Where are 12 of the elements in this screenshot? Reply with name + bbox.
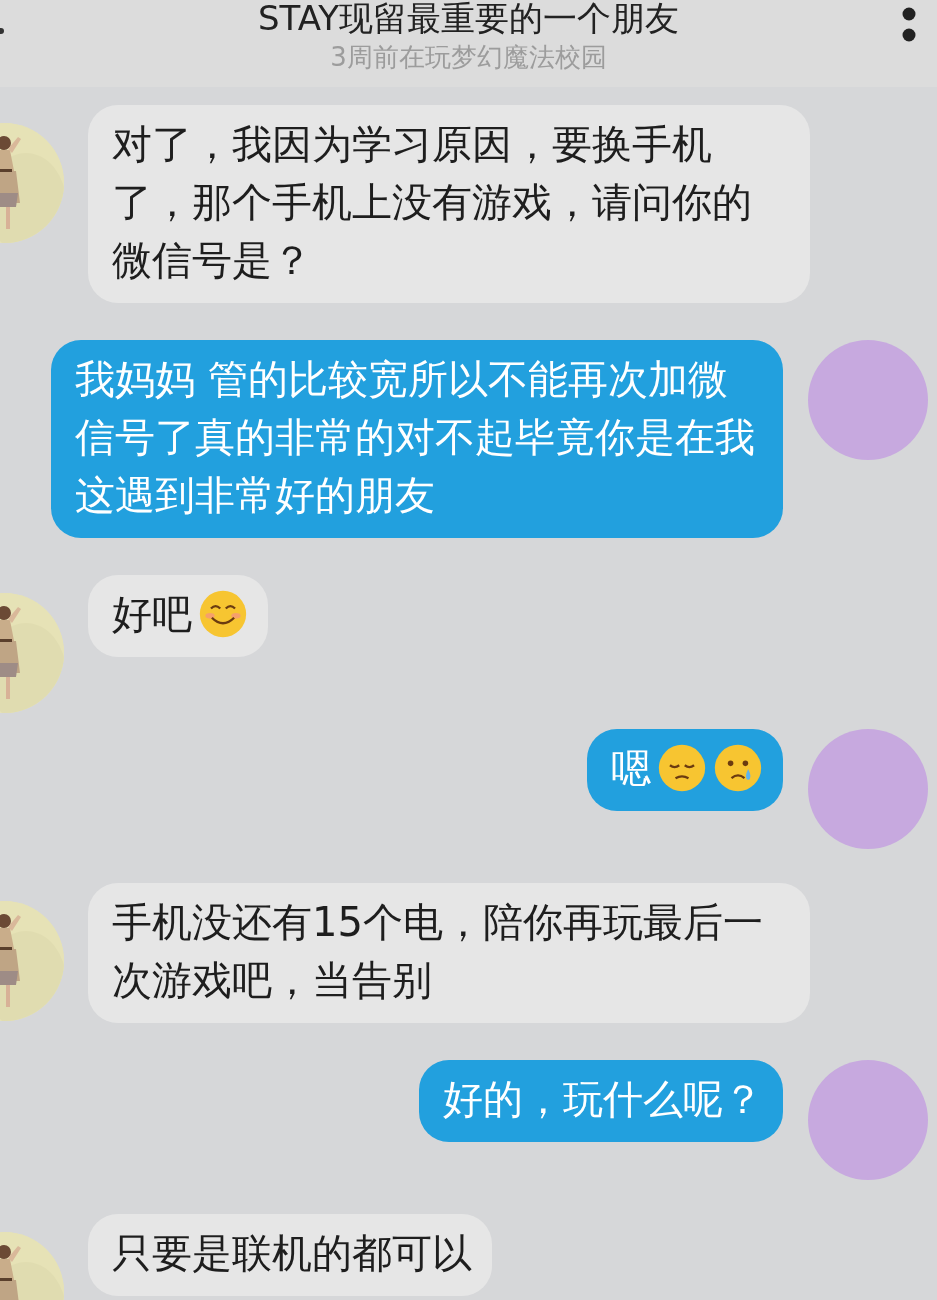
message-text: 好的，玩什么呢？ [443, 1075, 763, 1124]
crying-face-icon [713, 743, 763, 793]
message-text: 好吧 [112, 590, 192, 639]
message-text: 对了，我因为学习原因，要换手机了，那个手机上没有游戏，请问你的微信号是？ [112, 120, 753, 285]
message-text: 我妈妈 管的比较宽所以不能再次加微信号了真的非常的对不起毕竟你是在我这遇到非常好的朋友 [75, 355, 756, 520]
chat-title: STAY现留最重要的一个朋友 [257, 0, 680, 38]
message-text: 只要是联机的都可以 [112, 1229, 472, 1278]
smiling-face-icon [198, 589, 248, 639]
message-text: 手机没还有15个电，陪你再玩最后一次游戏吧，当告别 [112, 898, 764, 1005]
message-text: 嗯 [611, 744, 651, 793]
pensive-face-icon [657, 743, 707, 793]
chat-status: 3周前在玩梦幻魔法校园 [330, 41, 607, 74]
